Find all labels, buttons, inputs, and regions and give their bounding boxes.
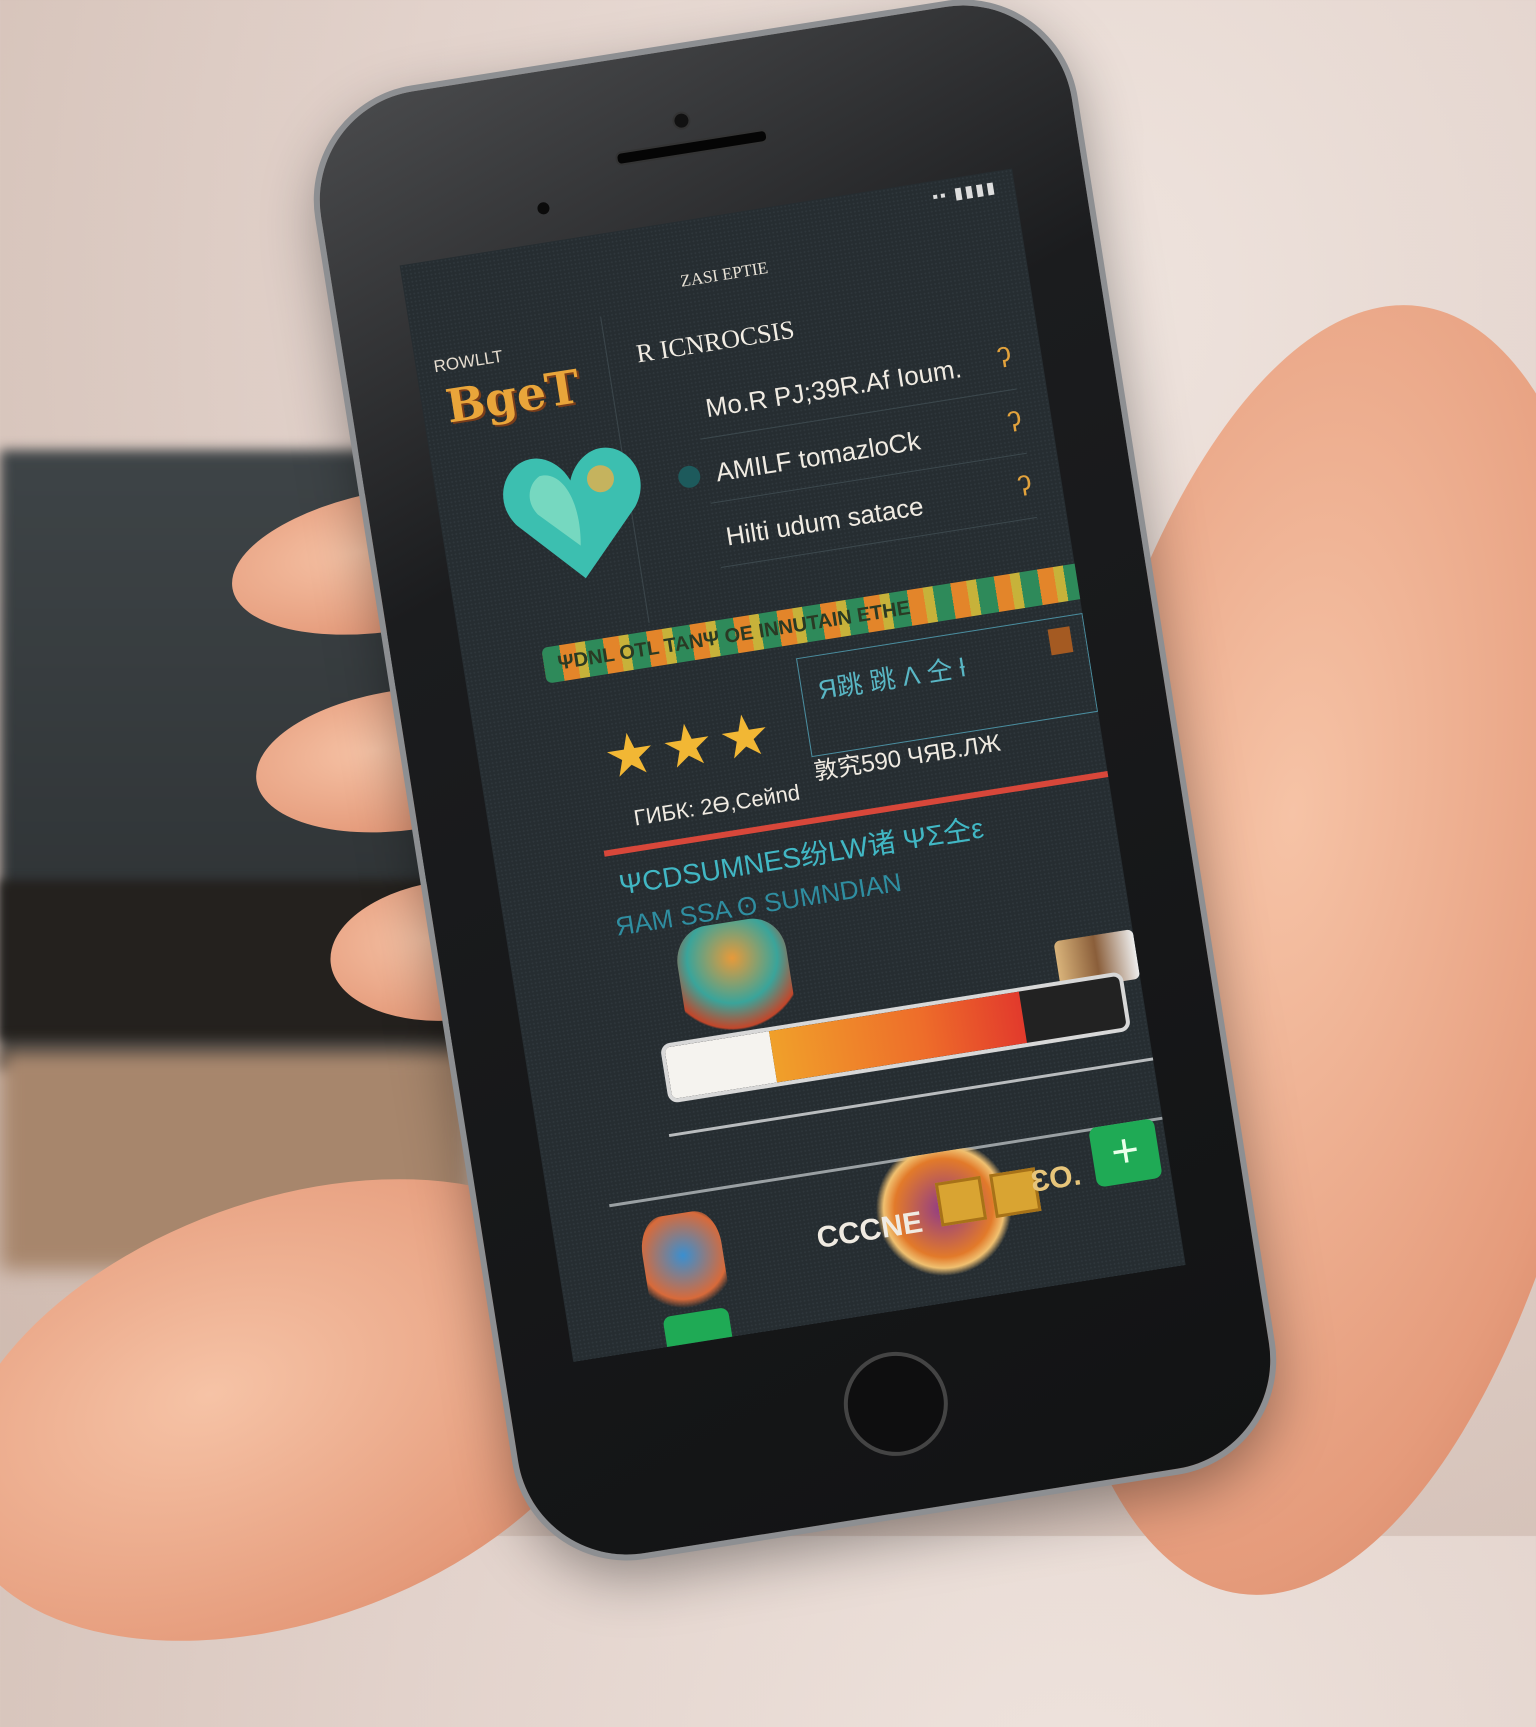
front-camera (671, 110, 692, 131)
screen-title: R ICNROCSIS (634, 314, 797, 369)
bullet-icon (676, 464, 702, 490)
star-icon: ★ (656, 709, 719, 783)
status-indicators: ▪▪ ▮▮▮▮ (931, 179, 999, 207)
health-bar-fill (768, 991, 1027, 1083)
hook-icon: ʔ (1005, 405, 1024, 439)
info-box-text: Я跳 跳 Ʌ 仝 ƚ (815, 652, 968, 706)
menu-item-label: Hilti udum satace (723, 490, 926, 552)
proximity-sensor (536, 201, 551, 216)
menu-button[interactable] (662, 1307, 738, 1362)
game-screen: ▪▪ ▮▮▮▮ ZASI EPTIE ROWLLT BgeT R ICNROCS… (399, 168, 1186, 1362)
star-icon: ★ (713, 700, 776, 774)
gold-counter: ƐO. (1028, 1158, 1084, 1199)
top-label: ZASI EPTIE (679, 258, 770, 291)
hook-icon: ʔ (1015, 469, 1035, 503)
star-rating: ★★★ (599, 698, 781, 792)
inventory-icon[interactable] (934, 1175, 988, 1227)
health-bar-empty (664, 1031, 777, 1100)
hook-icon: ʔ (995, 341, 1014, 374)
heart-icon (503, 447, 641, 579)
add-button[interactable]: + (1088, 1118, 1163, 1188)
earpiece-speaker (614, 128, 769, 167)
home-button[interactable] (836, 1344, 956, 1464)
tag-icon (1047, 626, 1074, 656)
star-icon: ★ (599, 718, 661, 792)
menu-item-label: AMILF tomazloCk (713, 425, 923, 488)
